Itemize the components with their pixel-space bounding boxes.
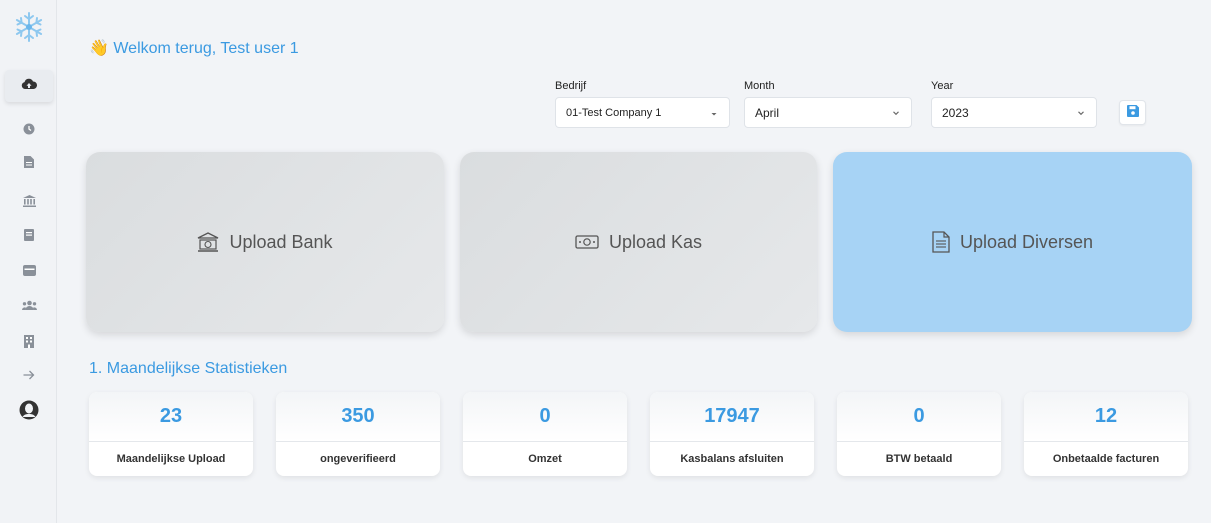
- sidebar-item-upload[interactable]: [5, 70, 53, 102]
- arrow-right-icon[interactable]: [20, 366, 38, 384]
- save-button[interactable]: [1119, 100, 1146, 125]
- stat-value: 12: [1024, 392, 1188, 442]
- stat-value: 0: [837, 392, 1001, 442]
- stat-card-btw-betaald[interactable]: 0 BTW betaald: [837, 392, 1001, 476]
- chevron-down-icon: [1076, 107, 1086, 117]
- year-select-value: 2023: [942, 105, 969, 120]
- stats-section-title: 1. Maandelijkse Statistieken: [89, 360, 288, 377]
- users-icon[interactable]: [20, 296, 38, 314]
- upload-bank-label: Upload Bank: [229, 231, 333, 252]
- caret-down-icon: [709, 107, 719, 117]
- book-icon[interactable]: [20, 226, 38, 244]
- company-select[interactable]: 01-Test Company 1: [555, 97, 730, 128]
- clock-icon[interactable]: [20, 120, 38, 138]
- company-select-value: 01-Test Company 1: [566, 106, 662, 119]
- upload-kas-card[interactable]: Upload Kas: [460, 152, 817, 332]
- month-select[interactable]: April: [744, 97, 912, 128]
- stat-label: BTW betaald: [885, 453, 953, 465]
- stat-label: Onbetaalde facturen: [1052, 453, 1160, 465]
- document-icon: [932, 231, 950, 253]
- year-label: Year: [931, 80, 954, 92]
- stat-card-ongeverifieerd[interactable]: 350 ongeverifieerd: [276, 392, 440, 476]
- stat-value: 350: [276, 392, 440, 442]
- money-icon: [575, 234, 599, 250]
- file-icon[interactable]: [20, 153, 38, 171]
- upload-diversen-label: Upload Diversen: [959, 231, 1094, 252]
- stat-label: Maandelijkse Upload: [116, 453, 226, 465]
- stat-value: 17947: [650, 392, 814, 442]
- bank-icon[interactable]: [20, 192, 38, 210]
- stat-label: ongeverifieerd: [320, 453, 396, 465]
- stat-value: 0: [463, 392, 627, 442]
- user-avatar-icon[interactable]: [19, 400, 39, 420]
- stat-value: 23: [89, 392, 253, 442]
- app-root: 👋 Welkom terug, Test user 1 Bedrijf 01-T…: [0, 0, 1211, 523]
- stat-label: Kasbalans afsluiten: [680, 453, 784, 465]
- month-label: Month: [744, 80, 775, 92]
- building-icon[interactable]: [20, 332, 38, 350]
- chevron-down-icon: [891, 107, 901, 117]
- upload-bank-card[interactable]: Upload Bank: [86, 152, 444, 332]
- stat-card-omzet[interactable]: 0 Omzet: [463, 392, 627, 476]
- floppy-disk-icon: [1126, 104, 1139, 122]
- welcome-title: 👋 Welkom terug, Test user 1: [89, 40, 299, 57]
- main-content: 👋 Welkom terug, Test user 1 Bedrijf 01-T…: [57, 0, 1211, 523]
- bank-icon: [197, 232, 219, 252]
- snowflake-icon[interactable]: [13, 11, 45, 43]
- sidebar: [0, 0, 57, 523]
- month-select-value: April: [755, 105, 780, 120]
- cloud-upload-icon: [21, 77, 38, 95]
- company-label: Bedrijf: [555, 80, 587, 92]
- upload-diversen-card[interactable]: Upload Diversen: [833, 152, 1192, 332]
- stat-label: Omzet: [528, 453, 562, 465]
- stat-card-kasbalans-afsluiten[interactable]: 17947 Kasbalans afsluiten: [650, 392, 814, 476]
- year-select[interactable]: 2023: [931, 97, 1097, 128]
- stat-card-maandelijkse-upload[interactable]: 23 Maandelijkse Upload: [89, 392, 253, 476]
- upload-kas-label: Upload Kas: [608, 231, 703, 252]
- stat-card-onbetaalde-facturen[interactable]: 12 Onbetaalde facturen: [1024, 392, 1188, 476]
- store-icon[interactable]: [20, 261, 38, 279]
